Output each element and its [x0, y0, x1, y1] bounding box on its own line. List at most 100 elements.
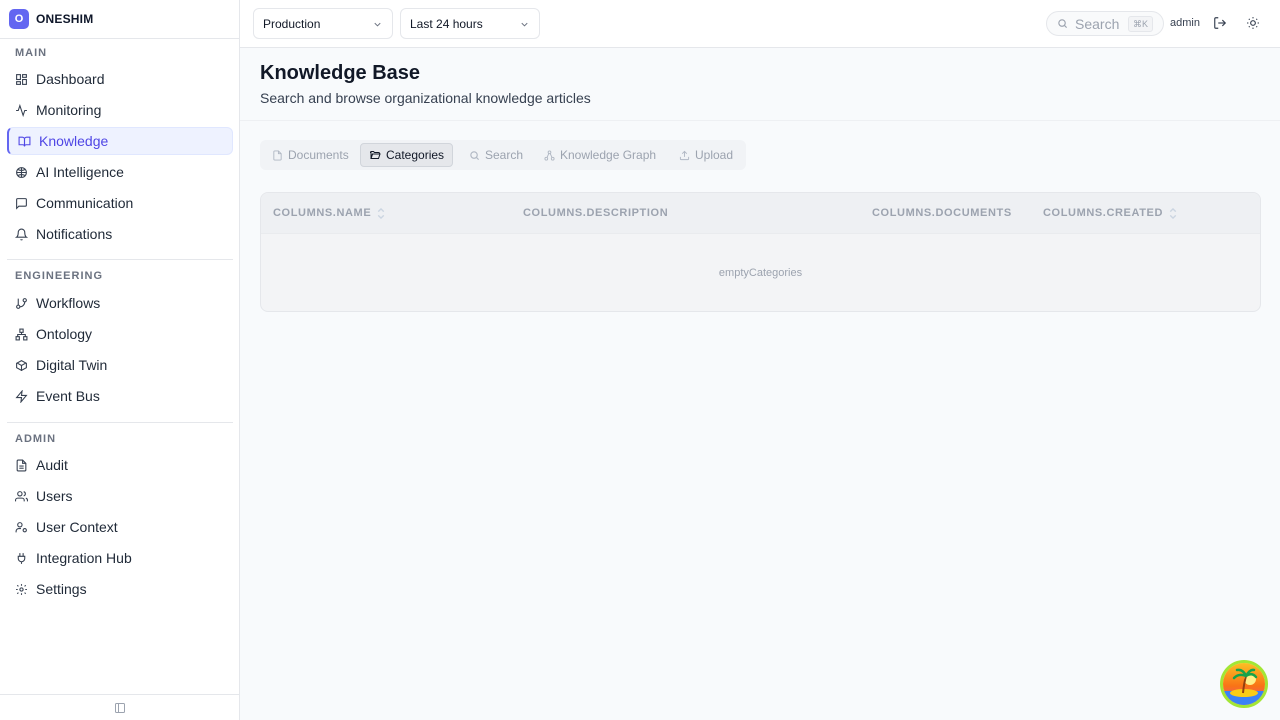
global-search-input[interactable]: Search ⌘K — [1046, 11, 1164, 36]
chevron-down-icon — [519, 19, 530, 30]
git-branch-icon — [15, 297, 28, 310]
sidebar-item-label: Event Bus — [36, 388, 100, 404]
folder-open-icon — [369, 149, 381, 161]
column-header-documents: COLUMNS.DOCUMENTS — [872, 207, 1012, 219]
bell-icon — [15, 228, 28, 241]
page-title: Knowledge Base — [260, 62, 421, 84]
sidebar-item-workflows[interactable]: Workflows — [7, 289, 233, 317]
tab-label: Documents — [288, 148, 349, 162]
sort-icon — [1169, 207, 1177, 219]
column-header-label: COLUMNS.DOCUMENTS — [872, 207, 1012, 219]
logout-icon — [1213, 16, 1227, 30]
activity-icon — [15, 103, 28, 117]
sidebar-item-audit[interactable]: Audit — [7, 451, 233, 479]
sidebar-item-label: Communication — [36, 195, 134, 211]
topbar: Production Last 24 hours Search ⌘K admin — [240, 0, 1280, 48]
tab-documents[interactable]: Documents — [264, 143, 357, 167]
search-placeholder: Search — [1075, 15, 1120, 32]
time-range-select[interactable]: Last 24 hours — [400, 8, 540, 39]
tab-search[interactable]: Search — [461, 143, 531, 167]
file-icon — [272, 149, 283, 161]
column-header-label: COLUMNS.NAME — [273, 207, 372, 219]
section-title-main: MAIN — [15, 47, 48, 59]
sidebar-divider — [7, 259, 233, 260]
chevron-down-icon — [372, 19, 383, 30]
sidebar-collapse-button[interactable] — [0, 694, 239, 720]
graph-icon — [544, 149, 555, 161]
sidebar-item-label: Users — [36, 488, 73, 504]
zap-icon — [15, 389, 28, 403]
sidebar-item-label: Dashboard — [36, 71, 105, 87]
sidebar-item-user-context[interactable]: User Context — [7, 513, 233, 541]
categories-table: COLUMNS.NAME COLUMNS.DESCRIPTION COLUMNS… — [260, 192, 1261, 312]
sun-icon — [1246, 16, 1260, 30]
search-shortcut: ⌘K — [1127, 16, 1153, 32]
brand[interactable]: O ONESHIM — [0, 0, 239, 39]
assistant-avatar-button[interactable] — [1220, 660, 1268, 708]
upload-icon — [679, 150, 690, 161]
sidebar-item-digital-twin[interactable]: Digital Twin — [7, 351, 233, 379]
sidebar-item-label: Notifications — [36, 226, 113, 242]
sort-icon — [377, 207, 385, 219]
tab-label: Upload — [695, 148, 734, 162]
cube-icon — [15, 359, 28, 372]
table-header: COLUMNS.NAME COLUMNS.DESCRIPTION COLUMNS… — [261, 193, 1260, 234]
brain-icon — [15, 166, 28, 179]
tab-label: Knowledge Graph — [560, 148, 657, 162]
user-name: admin — [1170, 17, 1200, 29]
message-icon — [15, 197, 28, 210]
time-range-value: Last 24 hours — [410, 16, 483, 31]
brand-name: ONESHIM — [36, 12, 94, 26]
tab-label: Search — [485, 148, 524, 162]
sidebar-divider — [7, 422, 233, 423]
brand-logo: O — [9, 9, 29, 29]
column-header-name[interactable]: COLUMNS.NAME — [273, 207, 385, 219]
sidebar-item-users[interactable]: Users — [7, 482, 233, 510]
sidebar-item-label: Monitoring — [36, 102, 102, 118]
section-title-admin: ADMIN — [15, 433, 57, 445]
column-header-created[interactable]: COLUMNS.CREATED — [1043, 207, 1177, 219]
sidebar-item-knowledge[interactable]: Knowledge — [7, 127, 233, 155]
page-subtitle: Search and browse organizational knowled… — [260, 90, 591, 106]
grid-icon — [15, 73, 28, 86]
file-text-icon — [15, 459, 28, 472]
tab-categories[interactable]: Categories — [360, 143, 454, 167]
sidebar-item-label: Workflows — [36, 295, 101, 311]
sidebar-item-label: Settings — [36, 581, 87, 597]
users-icon — [15, 490, 28, 503]
book-open-icon — [18, 135, 31, 148]
column-header-label: COLUMNS.CREATED — [1043, 207, 1164, 219]
sidebar-item-label: Digital Twin — [36, 357, 108, 373]
logout-button[interactable] — [1213, 16, 1227, 30]
sidebar-item-integration-hub[interactable]: Integration Hub — [7, 544, 233, 572]
sidebar-item-label: AI Intelligence — [36, 164, 124, 180]
sidebar-item-label: User Context — [36, 519, 118, 535]
tab-label: Categories — [386, 148, 445, 162]
user-context-icon — [15, 521, 28, 534]
sidebar-item-monitoring[interactable]: Monitoring — [7, 96, 233, 124]
gear-icon — [15, 583, 28, 596]
sidebar-item-settings[interactable]: Settings — [7, 575, 233, 603]
sidebar-item-dashboard[interactable]: Dashboard — [7, 65, 233, 93]
environment-value: Production — [263, 16, 321, 31]
search-icon — [1057, 18, 1068, 29]
column-header-description: COLUMNS.DESCRIPTION — [523, 207, 668, 219]
island-avatar-icon — [1223, 663, 1265, 705]
sidebar-item-label: Integration Hub — [36, 550, 132, 566]
sidebar-item-ontology[interactable]: Ontology — [7, 320, 233, 348]
search-icon — [469, 150, 480, 161]
section-title-engineering: ENGINEERING — [15, 270, 104, 282]
knowledge-tabs: Documents Categories Search Knowledge Gr… — [260, 140, 746, 170]
empty-state-message: emptyCategories — [718, 267, 803, 279]
environment-select[interactable]: Production — [253, 8, 393, 39]
sidebar-item-label: Knowledge — [39, 133, 109, 149]
theme-toggle-button[interactable] — [1246, 16, 1260, 30]
plug-icon — [15, 552, 28, 565]
sidebar-item-ai-intelligence[interactable]: AI Intelligence — [7, 158, 233, 186]
sidebar-item-event-bus[interactable]: Event Bus — [7, 382, 233, 410]
network-icon — [15, 328, 28, 341]
sidebar-item-notifications[interactable]: Notifications — [7, 220, 233, 248]
sidebar-item-communication[interactable]: Communication — [7, 189, 233, 217]
tab-upload[interactable]: Upload — [671, 143, 741, 167]
tab-knowledge-graph[interactable]: Knowledge Graph — [536, 143, 664, 167]
